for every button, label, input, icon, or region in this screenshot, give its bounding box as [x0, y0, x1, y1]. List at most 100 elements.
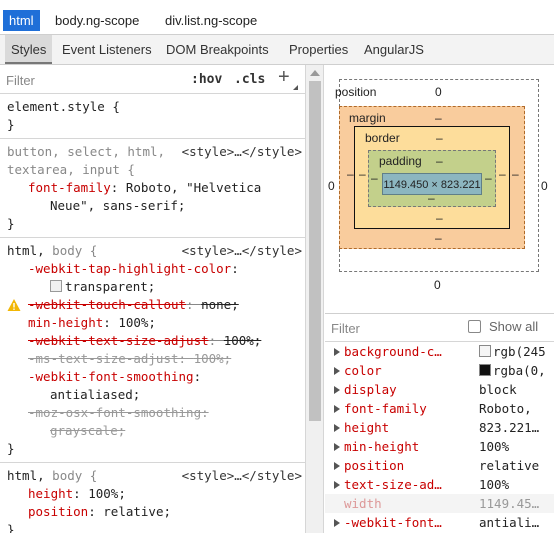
style-property-invalid[interactable]: -webkit-touch-callout: none;: [7, 296, 305, 314]
margin-top-value[interactable]: –: [435, 111, 442, 125]
style-property[interactable]: min-height: 100%;: [7, 314, 305, 332]
border-bottom-value[interactable]: –: [436, 211, 443, 225]
property-value[interactable]: Roboto, "Helvetica: [126, 180, 261, 195]
style-property[interactable]: height: 100%;: [7, 485, 305, 503]
style-property[interactable]: -webkit-font-smoothing:: [7, 368, 305, 386]
styles-filter-input[interactable]: Filter: [6, 73, 35, 88]
breadcrumb-html[interactable]: html: [3, 10, 40, 31]
expand-triangle-icon[interactable]: [334, 424, 340, 432]
padding-left-value[interactable]: –: [371, 171, 378, 185]
tab-event-listeners[interactable]: Event Listeners: [62, 42, 152, 57]
expand-triangle-icon[interactable]: [334, 481, 340, 489]
style-rule-form-elements[interactable]: button, select, html, <style>…</style> t…: [0, 139, 305, 238]
margin-bottom-value[interactable]: –: [435, 231, 442, 245]
computed-filter-input[interactable]: Filter: [331, 321, 360, 336]
position-left-value[interactable]: 0: [328, 179, 335, 193]
property-name[interactable]: -webkit-text-size-adjust: [28, 333, 209, 348]
expand-triangle-icon[interactable]: [334, 462, 340, 470]
style-property[interactable]: font-family: Roboto, "Helvetica: [7, 179, 305, 197]
style-property-overridden[interactable]: -webkit-text-size-adjust: 100%;: [7, 332, 305, 350]
style-rule-html-body[interactable]: html, body { <style>…</style> -webkit-ta…: [0, 238, 305, 463]
border-left-value[interactable]: –: [359, 167, 366, 181]
padding-top-value[interactable]: –: [436, 154, 443, 168]
property-value-cont: Neue", sans-serif;: [50, 198, 186, 213]
new-style-rule-button[interactable]: +: [278, 67, 290, 87]
cls-toggle-button[interactable]: .cls: [234, 72, 265, 87]
rule-source-link[interactable]: <style>…</style>: [182, 467, 302, 485]
computed-property-row[interactable]: color rgba(0,: [325, 361, 554, 380]
property-value[interactable]: 100%;: [194, 351, 232, 366]
expand-triangle-icon[interactable]: [334, 519, 340, 527]
expand-triangle-icon[interactable]: [334, 386, 340, 394]
content-size[interactable]: 1149.450 × 823.221: [383, 179, 480, 191]
computed-property-row[interactable]: font-family Roboto,: [325, 399, 554, 418]
property-value[interactable]: 100%;: [88, 486, 126, 501]
property-value[interactable]: relative;: [103, 504, 171, 519]
property-name[interactable]: -webkit-tap-highlight-color: [28, 261, 231, 276]
expand-triangle-icon[interactable]: [334, 367, 340, 375]
margin-left-value[interactable]: –: [347, 167, 354, 181]
property-value[interactable]: grayscale;: [50, 423, 125, 438]
styles-scrollbar[interactable]: [305, 65, 324, 533]
scrollbar-thumb[interactable]: [309, 81, 321, 421]
color-swatch-icon[interactable]: [479, 364, 491, 376]
computed-property-row[interactable]: position relative: [325, 456, 554, 475]
property-name[interactable]: -webkit-font-smoothing: [28, 369, 194, 384]
style-rule-html-body-2[interactable]: html, body { <style>…</style> height: 10…: [0, 463, 305, 533]
expand-triangle-icon[interactable]: [334, 348, 340, 356]
position-right-value[interactable]: 0: [541, 179, 548, 193]
position-bottom-value[interactable]: 0: [434, 278, 441, 292]
rule-source-link[interactable]: <style>…</style>: [182, 242, 302, 260]
box-padding[interactable]: padding – – – – 1149.450 × 823.221: [368, 150, 496, 207]
property-name[interactable]: font-family: [28, 180, 111, 195]
property-name[interactable]: -ms-text-size-adjust: [28, 351, 179, 366]
hov-toggle-button[interactable]: :hov: [191, 72, 222, 87]
border-right-value[interactable]: –: [499, 167, 506, 181]
property-name[interactable]: position: [28, 504, 88, 519]
style-property[interactable]: -webkit-tap-highlight-color:: [7, 260, 305, 278]
property-name[interactable]: -moz-osx-font-smoothing: [28, 405, 201, 420]
breadcrumb-div[interactable]: div.list.ng-scope: [165, 13, 257, 28]
computed-property-row[interactable]: background-c… rgb(245: [325, 342, 554, 361]
property-value[interactable]: none;: [201, 297, 239, 312]
computed-property-row[interactable]: height 823.221…: [325, 418, 554, 437]
tab-styles[interactable]: Styles: [5, 35, 53, 64]
tab-angularjs[interactable]: AngularJS: [364, 42, 424, 57]
style-property-unsupported[interactable]: -ms-text-size-adjust: 100%;: [7, 350, 305, 368]
expand-triangle-icon[interactable]: [334, 405, 340, 413]
property-value[interactable]: antialiased;: [50, 387, 140, 402]
box-content[interactable]: 1149.450 × 823.221: [382, 173, 482, 195]
border-top-value[interactable]: –: [436, 131, 443, 145]
property-name[interactable]: min-height: [28, 315, 103, 330]
style-property-unsupported[interactable]: -moz-osx-font-smoothing:: [7, 404, 305, 422]
style-rules-list: element.style { } button, select, html, …: [0, 94, 305, 533]
padding-right-value[interactable]: –: [485, 171, 492, 185]
computed-property-row[interactable]: text-size-ad… 100%: [325, 475, 554, 494]
breadcrumb: html body.ng-scope div.list.ng-scope: [0, 10, 554, 35]
tab-properties[interactable]: Properties: [289, 42, 348, 57]
property-name[interactable]: -webkit-touch-callout: [28, 297, 186, 312]
computed-property-row[interactable]: -webkit-font… antiali…: [325, 513, 554, 532]
computed-property-row[interactable]: width 1149.45…: [325, 494, 554, 513]
property-value[interactable]: transparent;: [65, 279, 155, 294]
tab-dom-breakpoints[interactable]: DOM Breakpoints: [166, 42, 269, 57]
show-all-checkbox[interactable]: [468, 320, 481, 333]
computed-property-row[interactable]: min-height 100%: [325, 437, 554, 456]
box-border[interactable]: border – – – – padding – – – – 1149.450 …: [354, 126, 510, 229]
rule-source-link[interactable]: <style>…</style>: [182, 143, 302, 161]
style-property[interactable]: position: relative;: [7, 503, 305, 521]
margin-right-value[interactable]: –: [512, 167, 519, 181]
property-value[interactable]: 100%;: [118, 315, 156, 330]
property-value[interactable]: 100%;: [224, 333, 262, 348]
scroll-up-arrow-icon[interactable]: [310, 70, 320, 76]
position-top-value[interactable]: 0: [435, 85, 442, 99]
show-all-label[interactable]: Show all: [489, 319, 538, 334]
box-margin[interactable]: margin – – – – border – – – – padding – …: [339, 106, 525, 249]
expand-triangle-icon[interactable]: [334, 443, 340, 451]
style-rule-element[interactable]: element.style { }: [0, 94, 305, 139]
breadcrumb-body[interactable]: body.ng-scope: [55, 13, 139, 28]
color-swatch-icon[interactable]: [50, 280, 62, 292]
computed-property-row[interactable]: display block: [325, 380, 554, 399]
property-name[interactable]: height: [28, 486, 73, 501]
color-swatch-icon[interactable]: [479, 345, 491, 357]
